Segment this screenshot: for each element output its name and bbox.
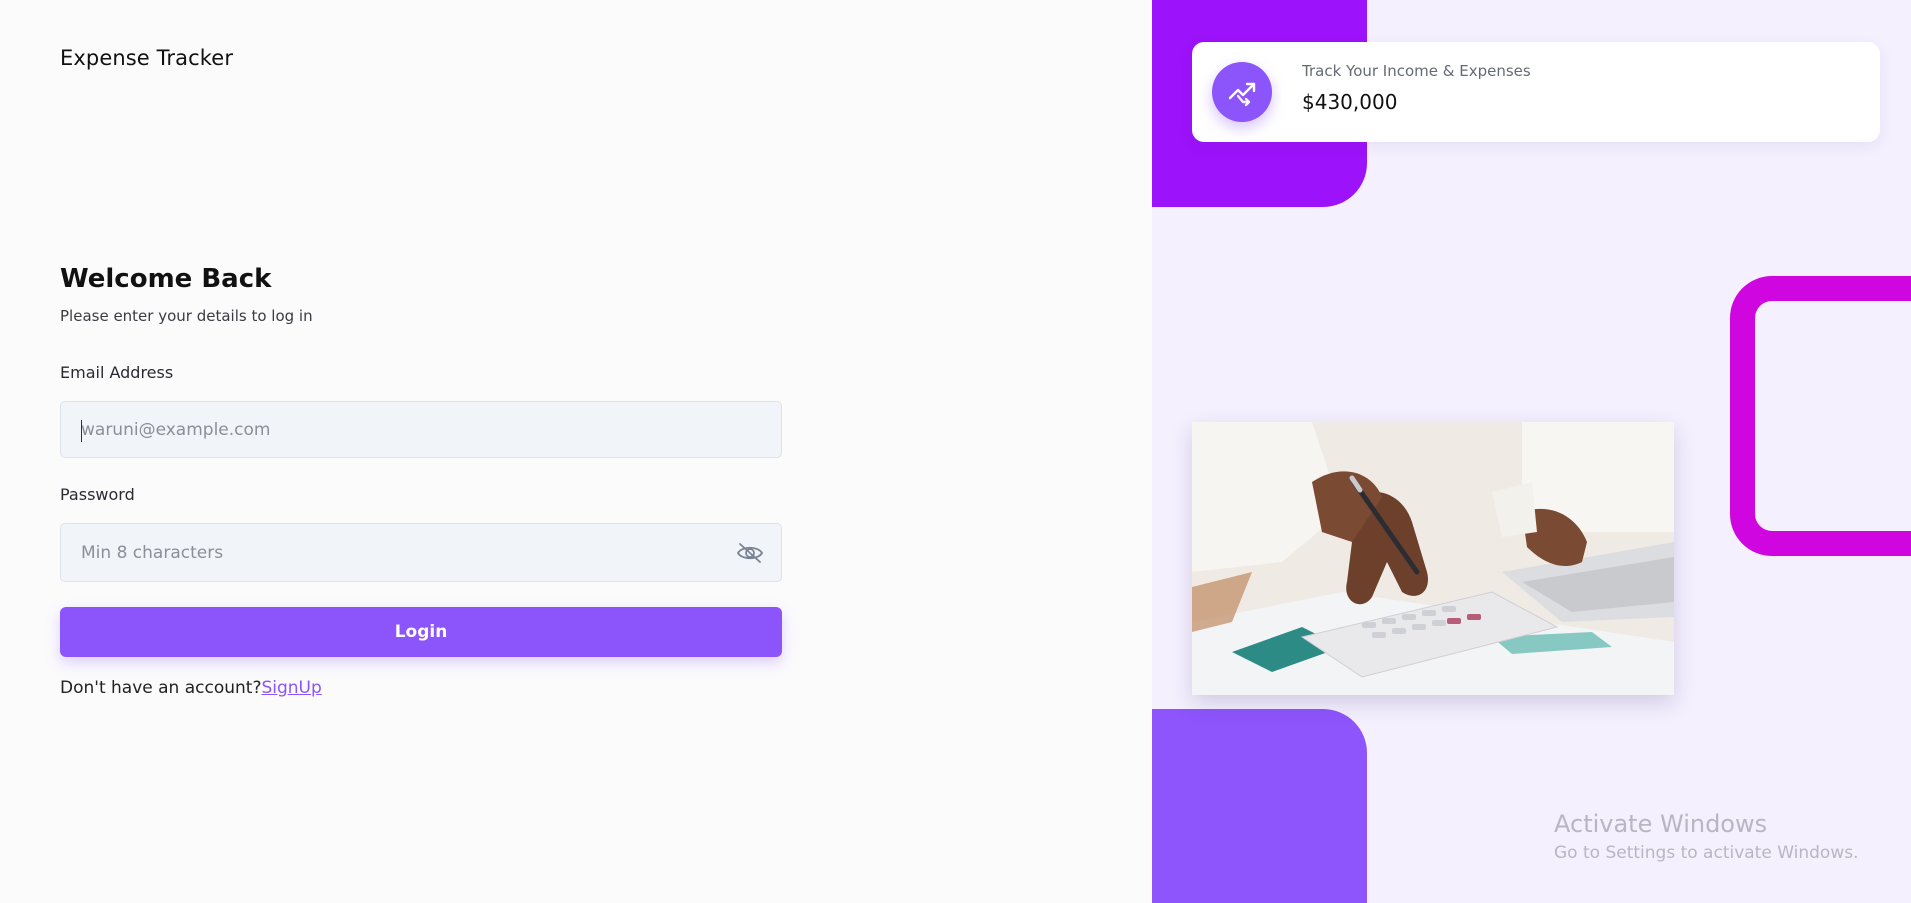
windows-activation-title: Activate Windows [1554,810,1768,838]
windows-activation-subtitle: Go to Settings to activate Windows. [1554,843,1859,863]
decorative-ring [1730,276,1911,556]
login-panel: Expense Tracker Welcome Back Please ente… [0,0,1152,903]
decorative-shape-bottom [1152,709,1367,903]
login-button[interactable]: Login [60,607,782,657]
email-label: Email Address [60,363,174,382]
no-account-text: Don't have an account? [60,678,262,698]
stat-label: Track Your Income & Expenses [1302,62,1531,80]
calculator-photo [1192,422,1674,695]
eye-off-icon[interactable] [736,541,764,565]
signup-link[interactable]: SignUp [261,678,321,698]
text-caret [81,420,82,442]
password-label: Password [60,485,135,504]
page-subtitle: Please enter your details to log in [60,307,313,325]
email-input[interactable] [81,402,721,457]
trend-icon [1212,62,1272,122]
hero-panel: Track Your Income & Expenses $430,000 [1152,0,1911,903]
password-field[interactable] [60,523,782,582]
email-field[interactable] [60,401,782,458]
stat-value: $430,000 [1302,90,1398,114]
password-input[interactable] [81,524,721,581]
signup-prompt: Don't have an account?SignUp [60,678,322,698]
app-title: Expense Tracker [60,46,234,70]
page-title: Welcome Back [60,264,272,294]
stat-card: Track Your Income & Expenses $430,000 [1192,42,1880,142]
